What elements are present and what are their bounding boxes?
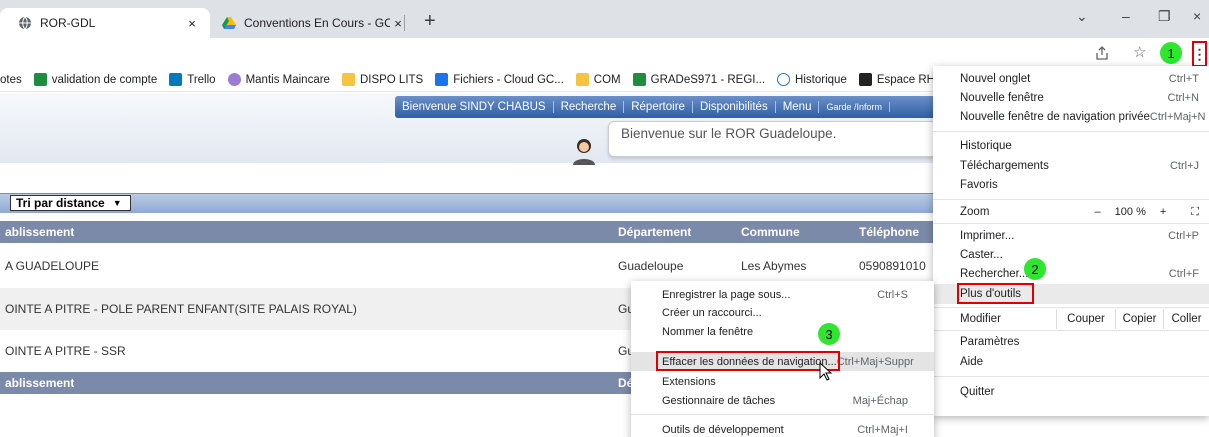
menu-downloads[interactable]: Téléchargements Ctrl+J — [933, 156, 1209, 176]
menu-help[interactable]: Aide — [933, 352, 1209, 372]
bookmark-item[interactable]: Trello — [169, 73, 216, 86]
nav-menu[interactable]: Menu — [776, 101, 820, 113]
close-window-button[interactable]: × — [1193, 8, 1201, 24]
menu-divider — [933, 307, 1209, 308]
nav-disponibilites[interactable]: Disponibilités — [693, 101, 776, 113]
filter-bar — [0, 193, 940, 213]
submenu-name-window[interactable]: Nommer la fenêtre — [631, 322, 934, 341]
menu-new-tab[interactable]: Nouvel onglet Ctrl+T — [933, 69, 1209, 89]
nav-repertoire[interactable]: Répertoire — [624, 101, 693, 113]
bookmark-item[interactable]: Historique — [777, 73, 847, 86]
welcome-bubble: Bienvenue sur le ROR Guadeloupe. — [608, 121, 938, 157]
col-departement: Département — [618, 225, 692, 239]
folder-icon — [341, 73, 355, 86]
col-telephone: Téléphone — [859, 225, 920, 239]
tab-close-icon[interactable]: × — [184, 16, 200, 31]
tab-ror-gdl[interactable]: ROR-GDL × — [0, 8, 210, 38]
menu-history[interactable]: Historique — [933, 136, 1209, 156]
menu-cast[interactable]: Caster... — [933, 245, 1209, 265]
trello-icon — [169, 73, 183, 86]
tab-divider — [404, 15, 405, 31]
site-nav: Bienvenue SINDY CHABUS Recherche Réperto… — [395, 96, 940, 118]
sort-select[interactable]: Tri par distance ▼ — [10, 195, 131, 211]
menu-new-window[interactable]: Nouvelle fenêtre Ctrl+N — [933, 88, 1209, 108]
tab-conventions[interactable]: Conventions En Cours - GCS ESA × — [214, 8, 414, 38]
menu-find[interactable]: Rechercher... Ctrl+F — [933, 264, 1209, 284]
menu-divider — [933, 223, 1209, 224]
fullscreen-icon[interactable]: ⛶ — [1173, 206, 1199, 219]
zoom-level: 100 % — [1114, 206, 1146, 218]
menu-quit[interactable]: Quitter — [933, 382, 1209, 402]
google-drive-icon — [222, 17, 236, 29]
browser-toolbar: ☆ — [0, 38, 1209, 68]
zoom-in-button[interactable]: + — [1153, 206, 1173, 218]
menu-edit: Modifier Couper Copier Coller — [933, 309, 1209, 329]
nav-garde[interactable]: Garde /Inform — [819, 102, 891, 112]
submenu-task-manager[interactable]: Gestionnaire de tâches Maj+Échap — [631, 391, 934, 410]
star-icon[interactable]: ☆ — [1133, 43, 1146, 61]
cut-button[interactable]: Couper — [1056, 309, 1115, 329]
cell-etab: OINTE A PITRE - POLE PARENT ENFANT(SITE … — [5, 302, 357, 316]
bookmark-item[interactable]: Espace RH — [858, 73, 935, 86]
mouse-cursor-icon — [819, 362, 833, 381]
share-icon[interactable] — [1095, 46, 1109, 60]
highlight-clear-data — [656, 351, 840, 371]
menu-divider — [631, 414, 934, 415]
menu-divider — [933, 199, 1209, 200]
minimize-button[interactable]: – — [1122, 8, 1130, 24]
copy-button[interactable]: Copier — [1115, 309, 1163, 329]
cloud-icon — [435, 73, 449, 86]
bookmark-item[interactable]: validation de compte — [33, 73, 157, 86]
tab-search-icon[interactable]: ⌄ — [1076, 8, 1088, 25]
rh-icon — [858, 73, 872, 86]
menu-favorites[interactable]: Favoris — [933, 175, 1209, 195]
bookmark-item[interactable]: Fichiers - Cloud GC... — [435, 73, 564, 86]
chrome-menu-button[interactable]: ⋮ — [1192, 41, 1207, 67]
highlight-more-tools — [957, 283, 1034, 304]
tab-strip: ROR-GDL × Conventions En Cours - GCS ESA… — [0, 0, 1209, 38]
submenu-save-page[interactable]: Enregistrer la page sous... Ctrl+S — [631, 285, 934, 304]
menu-divider — [933, 330, 1209, 331]
restore-button[interactable]: ❐ — [1158, 8, 1171, 25]
table-header: ablissement Département Commune Téléphon… — [0, 221, 940, 243]
globe-icon — [19, 16, 31, 30]
col-etablissement: ablissement — [5, 376, 75, 390]
bookmark-favicon-icon — [33, 73, 47, 86]
menu-divider — [933, 376, 1209, 377]
step-badge-1: 1 — [1160, 42, 1182, 64]
avatar-icon — [573, 139, 595, 165]
bookmark-favicon-icon — [632, 73, 646, 86]
step-badge-3: 3 — [818, 323, 840, 345]
nav-recherche[interactable]: Recherche — [554, 101, 625, 113]
menu-print[interactable]: Imprimer... Ctrl+P — [933, 226, 1209, 246]
chevron-down-icon: ▼ — [112, 198, 122, 208]
col-commune: Commune — [741, 225, 800, 239]
mantis-icon — [227, 73, 241, 86]
bookmark-item[interactable]: DISPO LITS — [341, 73, 423, 86]
folder-icon — [575, 73, 589, 86]
paste-button[interactable]: Coller — [1163, 309, 1209, 329]
bookmark-item[interactable]: GRADeS971 - REGI... — [632, 73, 765, 86]
nav-welcome[interactable]: Bienvenue SINDY CHABUS — [395, 101, 554, 113]
zoom-out-button[interactable]: – — [1088, 206, 1108, 218]
submenu-create-shortcut[interactable]: Créer un raccourci... — [631, 303, 934, 322]
cell-etab: OINTE A PITRE - SSR — [5, 344, 126, 358]
menu-divider — [933, 131, 1209, 132]
submenu-extensions[interactable]: Extensions — [631, 372, 934, 391]
bookmark-item[interactable]: COM — [575, 73, 621, 86]
menu-zoom: Zoom – 100 % + ⛶ — [960, 205, 1199, 219]
step-badge-2: 2 — [1024, 258, 1046, 280]
menu-settings[interactable]: Paramètres — [933, 332, 1209, 352]
bookmark-item[interactable]: otes — [0, 74, 22, 86]
col-etablissement: ablissement — [5, 225, 75, 239]
submenu-dev-tools[interactable]: Outils de développement Ctrl+Maj+I — [631, 420, 934, 437]
tab-title: ROR-GDL — [40, 16, 96, 30]
bookmark-item[interactable]: Mantis Maincare — [227, 73, 330, 86]
new-tab-button[interactable]: + — [424, 10, 436, 33]
tab-title: Conventions En Cours - GCS ESA — [244, 16, 390, 30]
menu-incognito[interactable]: Nouvelle fenêtre de navigation privée Ctr… — [933, 107, 1209, 127]
history-icon — [777, 73, 791, 86]
cell-etab: A GUADELOUPE — [5, 258, 100, 273]
chrome-menu: Nouvel onglet Ctrl+T Nouvelle fenêtre Ctrl… — [933, 66, 1209, 416]
